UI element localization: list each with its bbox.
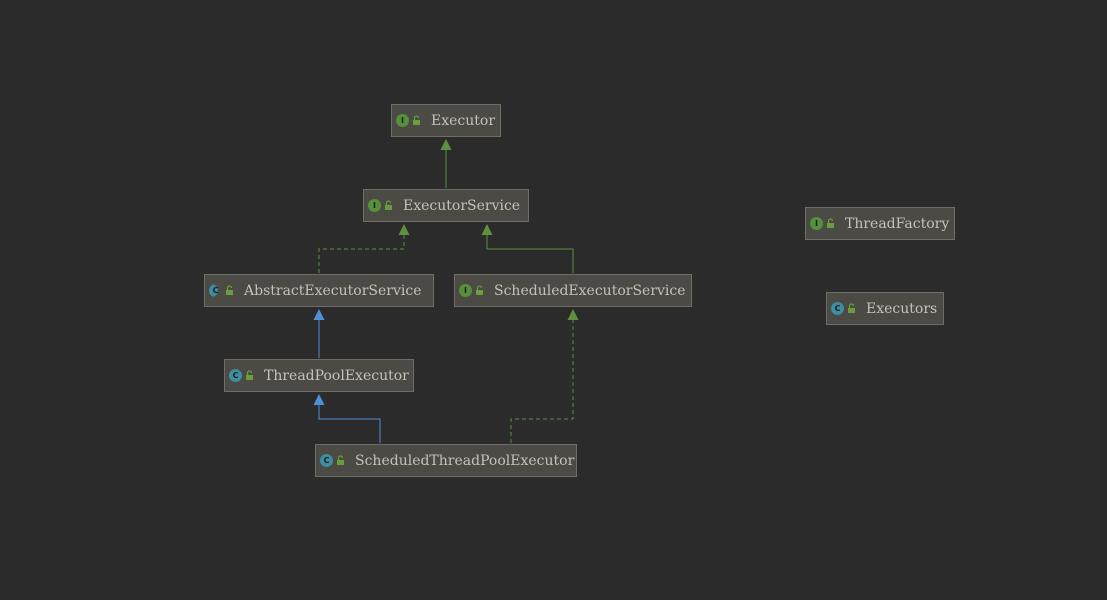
public-lock-icon xyxy=(476,285,483,295)
node-scheduled-thread-pool-executor[interactable]: C ScheduledThreadPoolExecutor xyxy=(315,444,577,477)
edge-threadpoolexecutor-to-abstractexecutorservice xyxy=(313,309,325,358)
node-abstract-executor-service[interactable]: C AbstractExecutorService xyxy=(204,274,434,307)
node-executor-service[interactable]: I ExecutorService xyxy=(363,189,529,222)
node-label: ThreadPoolExecutor xyxy=(264,367,409,384)
node-label: Executors xyxy=(866,300,938,317)
class-icon: C xyxy=(229,369,242,382)
public-lock-icon xyxy=(848,303,855,313)
class-icon: C xyxy=(831,302,844,315)
public-lock-icon xyxy=(413,115,420,125)
edge-abstractexecutorservice-to-executorservice xyxy=(318,224,410,273)
edge-scheduledthreadpoolexecutor-to-scheduledexecutorservice xyxy=(510,309,579,443)
public-lock-icon xyxy=(827,218,834,228)
edge-executorservice-to-executor xyxy=(440,139,452,188)
interface-icon: I xyxy=(810,217,823,230)
node-thread-pool-executor[interactable]: C ThreadPoolExecutor xyxy=(224,359,414,392)
interface-icon: I xyxy=(459,284,472,297)
uml-class-diagram: I Executor I ExecutorService C AbstractE… xyxy=(0,0,1107,600)
node-label: Executor xyxy=(431,112,496,129)
node-thread-factory[interactable]: I ThreadFactory xyxy=(805,207,955,240)
abstract-class-icon: C xyxy=(209,284,222,297)
edge-scheduledthreadpoolexecutor-to-threadpoolexecutor xyxy=(313,394,381,443)
edge-scheduledexecutorservice-to-executorservice xyxy=(481,224,574,273)
node-label: AbstractExecutorService xyxy=(244,282,422,299)
public-lock-icon xyxy=(385,200,392,210)
node-label: ThreadFactory xyxy=(845,215,950,232)
public-lock-icon xyxy=(337,455,344,465)
interface-icon: I xyxy=(368,199,381,212)
public-lock-icon xyxy=(226,285,233,295)
node-label: ExecutorService xyxy=(403,197,521,214)
class-icon: C xyxy=(320,454,333,467)
node-label: ScheduledThreadPoolExecutor xyxy=(355,452,575,469)
node-executors[interactable]: C Executors xyxy=(826,292,944,325)
node-executor[interactable]: I Executor xyxy=(391,104,501,137)
node-label: ScheduledExecutorService xyxy=(494,282,686,299)
interface-icon: I xyxy=(396,114,409,127)
public-lock-icon xyxy=(246,370,253,380)
node-scheduled-executor-service[interactable]: I ScheduledExecutorService xyxy=(454,274,692,307)
